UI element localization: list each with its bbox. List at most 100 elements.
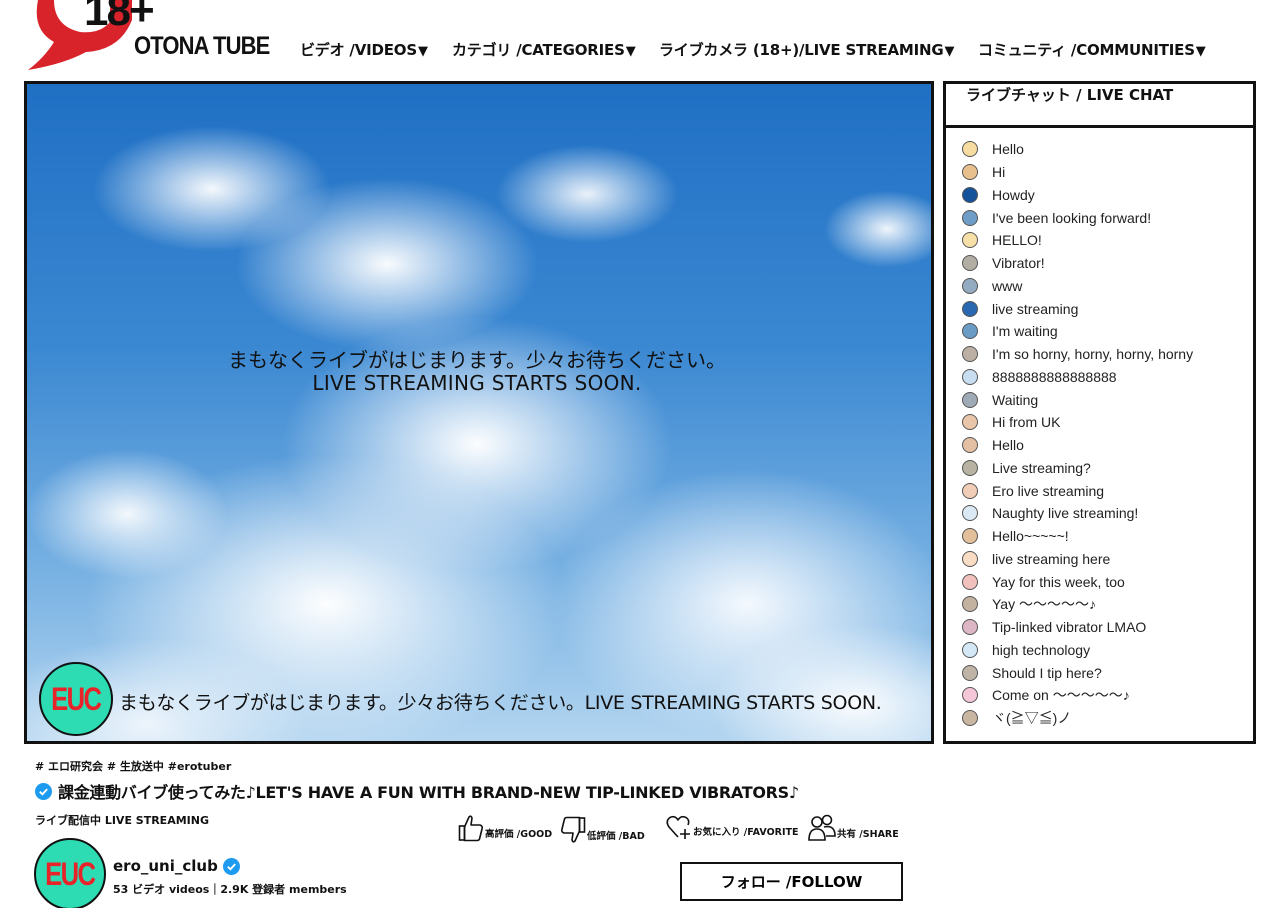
favorite-label: お気に入り /FAVORITE bbox=[693, 827, 799, 838]
share-users-icon bbox=[808, 814, 836, 841]
chat-user-avatar-icon[interactable] bbox=[962, 232, 978, 249]
chat-user-avatar-icon[interactable] bbox=[962, 573, 978, 590]
nav-videos-label: ビデオ /VIDEOS bbox=[300, 41, 417, 59]
good-button[interactable]: 高評価 /GOOD bbox=[458, 814, 552, 842]
chat-message-text: Hi from UK bbox=[992, 414, 1061, 431]
chat-message: Hello bbox=[962, 434, 1193, 457]
share-button[interactable]: 共有 /SHARE bbox=[808, 814, 899, 842]
chat-user-avatar-icon[interactable] bbox=[962, 596, 978, 613]
bad-button[interactable]: 低評価 /BAD bbox=[560, 814, 645, 844]
chat-user-avatar-icon[interactable] bbox=[962, 164, 978, 181]
thumbs-down-icon bbox=[560, 816, 586, 843]
chat-message-text: Hi bbox=[992, 164, 1006, 181]
chat-message-text: live streaming here bbox=[992, 550, 1111, 567]
video-tags[interactable]: # エロ研究会 # 生放送中 #erotuber bbox=[35, 758, 231, 774]
chat-message: I've been looking forward! bbox=[962, 206, 1193, 229]
chat-user-avatar-icon[interactable] bbox=[962, 619, 978, 636]
chat-message-text: Howdy bbox=[992, 186, 1035, 203]
standby-message-jp: まもなくライブがはじまります。少々お待ちください。 bbox=[228, 348, 726, 372]
chat-user-avatar-icon[interactable] bbox=[962, 300, 978, 317]
chat-user-avatar-icon[interactable] bbox=[962, 277, 978, 294]
site-logo[interactable]: 18+ OTONA TUBE bbox=[24, 0, 274, 76]
logo-name: OTONA TUBE bbox=[134, 32, 270, 60]
chat-user-avatar-icon[interactable] bbox=[962, 641, 978, 658]
follow-button[interactable]: フォロー /FOLLOW bbox=[680, 862, 903, 901]
verified-icon bbox=[222, 857, 240, 875]
chat-user-avatar-icon[interactable] bbox=[962, 368, 978, 385]
chat-user-avatar-icon[interactable] bbox=[962, 209, 978, 226]
channel-avatar-text: EUC bbox=[45, 855, 96, 892]
chat-user-avatar-icon[interactable] bbox=[962, 550, 978, 567]
chat-message-text: I'm so horny, horny, horny, horny bbox=[992, 346, 1194, 363]
share-label: 共有 /SHARE bbox=[837, 829, 899, 840]
chat-message: Yay for this week, too bbox=[962, 570, 1193, 593]
chat-message: HELLO! bbox=[962, 229, 1193, 252]
good-label: 高評価 /GOOD bbox=[485, 829, 553, 840]
nav-communities[interactable]: コミュニティ /COMMUNITIES▼ bbox=[978, 39, 1206, 60]
chat-message-text: Ero live streaming bbox=[992, 482, 1105, 499]
nav-live-streaming[interactable]: ライブカメラ (18+)/LIVE STREAMING▼ bbox=[659, 39, 955, 60]
chat-message: Ero live streaming bbox=[962, 479, 1193, 502]
chat-user-avatar-icon[interactable] bbox=[962, 323, 978, 340]
chat-message: I'm so horny, horny, horny, horny bbox=[962, 343, 1193, 366]
video-player[interactable]: まもなくライブがはじまります。少々お待ちください。 LIVE STREAMING… bbox=[24, 81, 934, 744]
chat-message-text: Naughty live streaming! bbox=[992, 505, 1139, 522]
chat-user-avatar-icon[interactable] bbox=[962, 505, 978, 522]
chat-user-avatar-icon[interactable] bbox=[962, 664, 978, 681]
chat-message-text: HELLO! bbox=[992, 232, 1042, 249]
chat-user-avatar-icon[interactable] bbox=[962, 414, 978, 431]
chat-message-text: I'm waiting bbox=[992, 323, 1058, 340]
channel-stats: 53 ビデオ videos｜2.9K 登録者 members bbox=[113, 883, 347, 896]
nav-categories-label: カテゴリ /CATEGORIES bbox=[452, 41, 625, 59]
chat-message-text: Vibrator! bbox=[992, 255, 1045, 272]
live-status: ライブ配信中 LIVE STREAMING bbox=[35, 814, 209, 827]
chat-message-text: www bbox=[992, 277, 1023, 294]
thumbs-up-icon bbox=[458, 815, 484, 842]
chat-user-avatar-icon[interactable] bbox=[962, 482, 978, 499]
chat-message: live streaming here bbox=[962, 548, 1193, 571]
chat-user-avatar-icon[interactable] bbox=[962, 437, 978, 454]
chat-message-text: Hello~~~~~! bbox=[992, 528, 1069, 545]
chat-message: Hello~~~~~! bbox=[962, 525, 1193, 548]
favorite-button[interactable]: お気に入り /FAVORITE bbox=[666, 814, 798, 840]
ticker-avatar-text: EUC bbox=[51, 680, 102, 717]
chat-message: Hello bbox=[962, 138, 1193, 161]
chat-user-avatar-icon[interactable] bbox=[962, 255, 978, 272]
nav-videos[interactable]: ビデオ /VIDEOS▼ bbox=[300, 39, 428, 60]
logo-age-text: 18+ bbox=[84, 0, 155, 35]
chat-message-text: ヾ(≧▽≦)ノ bbox=[992, 710, 1072, 727]
chat-message: I'm waiting bbox=[962, 320, 1193, 343]
chat-user-avatar-icon[interactable] bbox=[962, 391, 978, 408]
chat-user-avatar-icon[interactable] bbox=[962, 141, 978, 158]
chat-user-avatar-icon[interactable] bbox=[962, 528, 978, 545]
chat-message-text: I've been looking forward! bbox=[992, 209, 1152, 226]
chat-user-avatar-icon[interactable] bbox=[962, 346, 978, 363]
verified-icon bbox=[35, 782, 52, 800]
bad-label: 低評価 /BAD bbox=[587, 831, 645, 842]
channel-name[interactable]: ero_uni_club bbox=[113, 857, 240, 875]
chat-message-text: Hello bbox=[992, 141, 1024, 158]
chevron-down-icon: ▼ bbox=[625, 44, 636, 59]
chat-message-text: Waiting bbox=[992, 391, 1039, 408]
chat-message: Come on 〜〜〜〜〜♪ bbox=[962, 684, 1193, 707]
chevron-down-icon: ▼ bbox=[944, 44, 955, 59]
chat-message-list[interactable]: Hello Hi Howdy I've been looking forward! HE… bbox=[962, 138, 1193, 730]
chat-message: Live streaming? bbox=[962, 457, 1193, 480]
heart-plus-icon bbox=[666, 815, 690, 839]
standby-message-en: LIVE STREAMING STARTS SOON. bbox=[312, 371, 642, 395]
chat-message-text: Should I tip here? bbox=[992, 664, 1102, 681]
chat-message: Howdy bbox=[962, 184, 1193, 207]
nav-communities-label: コミュニティ /COMMUNITIES bbox=[978, 41, 1195, 59]
ticker-channel-avatar: EUC bbox=[39, 662, 113, 736]
nav-live-label: ライブカメラ (18+)/LIVE STREAMING bbox=[659, 41, 944, 59]
chat-message: Tip-linked vibrator LMAO bbox=[962, 616, 1193, 639]
nav-categories[interactable]: カテゴリ /CATEGORIES▼ bbox=[452, 39, 636, 60]
chevron-down-icon: ▼ bbox=[417, 44, 428, 59]
chat-user-avatar-icon[interactable] bbox=[962, 186, 978, 203]
video-title-row: 課金連動バイブ使ってみた♪LET'S HAVE A FUN WITH BRAND… bbox=[35, 779, 799, 803]
ticker-text: まもなくライブがはじまります。少々お待ちください。LIVE STREAMING … bbox=[119, 692, 882, 714]
channel-avatar[interactable]: EUC bbox=[34, 838, 106, 908]
chat-user-avatar-icon[interactable] bbox=[962, 687, 978, 704]
chat-user-avatar-icon[interactable] bbox=[962, 710, 978, 727]
chat-user-avatar-icon[interactable] bbox=[962, 459, 978, 476]
